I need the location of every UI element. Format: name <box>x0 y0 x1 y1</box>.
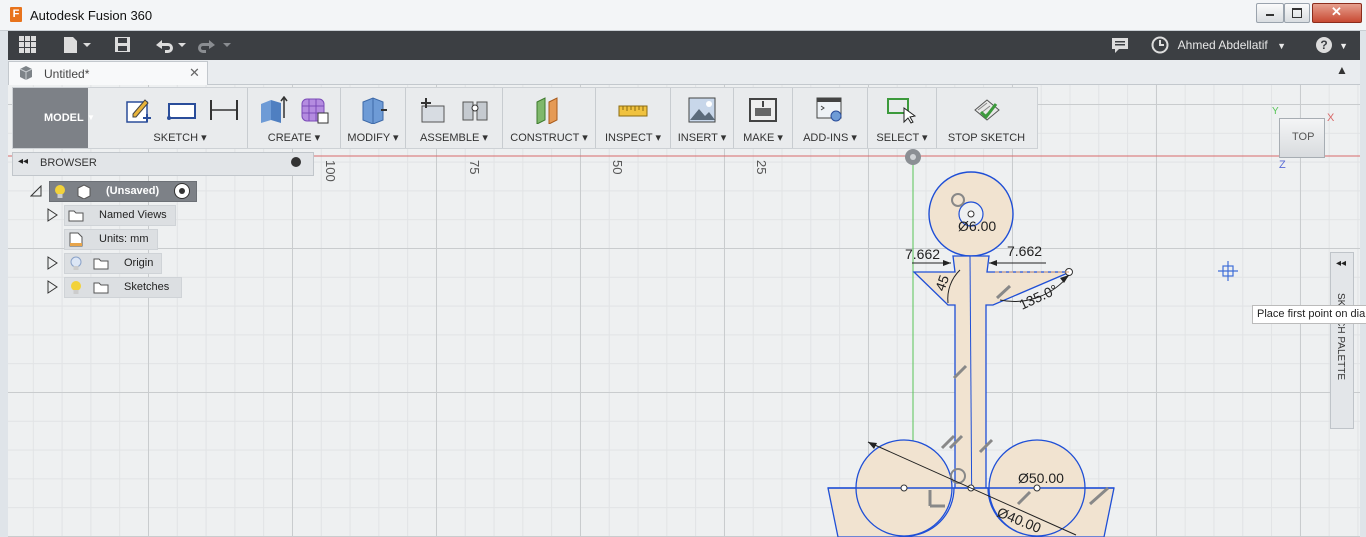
expand-palette-icon[interactable]: ◂◂ <box>1336 258 1346 269</box>
z-axis-label: Z <box>1279 159 1286 171</box>
joint-icon[interactable] <box>460 96 490 124</box>
sketch-drawing: 100 75 50 25 Ø6.00 7.662 7.662 45 135.0°… <box>8 149 1360 537</box>
right-width-dimension[interactable]: 7.662 <box>1007 243 1042 259</box>
collapse-browser-icon[interactable]: ◂◂ <box>18 156 28 167</box>
toolbar: MODEL ▼ SKETCH ▾ CREATE ▾ MODIFY ▾ ASSEM… <box>12 87 1038 149</box>
ruler-tick-25: 25 <box>754 160 769 174</box>
3d-print-icon[interactable] <box>748 96 778 124</box>
toolbar-group-make[interactable]: MAKE ▾ <box>734 88 793 148</box>
expanded-triangle-icon[interactable] <box>30 185 42 197</box>
group-label-add-ins: ADD-INS ▾ <box>803 132 857 144</box>
left-width-dimension[interactable]: 7.662 <box>905 246 940 262</box>
group-label-insert: INSERT ▾ <box>677 132 727 144</box>
toolbar-group-create[interactable]: CREATE ▾ <box>248 88 341 148</box>
folder-icon <box>93 282 109 294</box>
minimize-browser-icon[interactable] <box>291 157 301 167</box>
sketches-label: Sketches <box>124 281 170 293</box>
group-label-sketch: SKETCH ▾ <box>153 132 207 144</box>
stop-sketch-icon[interactable] <box>971 96 1001 124</box>
ruler-tick-100: 100 <box>323 160 338 182</box>
toolbar-group-inspect[interactable]: INSPECT ▾ <box>596 88 671 148</box>
group-label-assemble: ASSEMBLE ▾ <box>420 132 488 144</box>
toolbar-group-add-ins[interactable]: ADD-INS ▾ <box>793 88 868 148</box>
browser-panel-header[interactable]: ◂◂ BROWSER <box>12 152 314 176</box>
browser-title: BROWSER <box>40 157 97 169</box>
origin-center <box>910 154 916 160</box>
browser-item-named-views[interactable]: Named Views <box>64 205 176 226</box>
ruler-tick-75: 75 <box>467 160 482 174</box>
browser-item-units[interactable]: Units: mm <box>64 229 158 250</box>
scripts-addins-icon[interactable] <box>815 96 845 124</box>
units-document-icon <box>69 232 83 247</box>
toolbar-group-sketch[interactable]: SKETCH ▾ <box>113 88 248 148</box>
point[interactable] <box>900 484 908 492</box>
form-icon[interactable] <box>300 96 330 124</box>
sketch-palette-collapsed[interactable]: ◂◂ SKETCH PALETTE <box>1330 252 1354 429</box>
toolbar-group-select[interactable]: SELECT ▾ <box>868 88 937 148</box>
cursor-tooltip: Place first point on diameter <box>1252 305 1366 324</box>
group-label-create: CREATE ▾ <box>267 132 321 144</box>
named-views-label: Named Views <box>99 209 167 221</box>
select-arrow-icon[interactable] <box>886 96 916 124</box>
workspace-model-button[interactable]: MODEL ▼ <box>13 88 95 148</box>
folder-icon <box>93 258 109 270</box>
hole-diameter-dimension[interactable]: Ø6.00 <box>958 218 996 234</box>
rectangle-icon[interactable] <box>167 96 197 124</box>
y-axis-label: Y <box>1272 106 1279 117</box>
offset-plane-icon[interactable] <box>533 96 563 124</box>
stop-sketch-button[interactable]: STOP SKETCH <box>937 88 1036 148</box>
units-label: Units: mm <box>99 233 149 245</box>
chevron-down-icon: ▼ <box>87 113 95 122</box>
folder-icon <box>68 210 84 222</box>
x-axis-label: X <box>1327 112 1335 124</box>
viewcube-face-label: TOP <box>1292 131 1315 143</box>
point[interactable] <box>967 210 975 218</box>
browser-item-origin[interactable]: Origin <box>64 253 162 274</box>
lightbulb-off-icon[interactable] <box>69 256 83 271</box>
new-component-icon[interactable] <box>418 96 448 124</box>
insert-image-icon[interactable] <box>687 96 717 124</box>
toolbar-group-modify[interactable]: MODIFY ▾ <box>341 88 406 148</box>
ruler: 100 75 50 25 <box>323 160 769 182</box>
dimension-icon[interactable] <box>209 96 239 124</box>
expand-triangle-icon[interactable] <box>47 208 59 222</box>
measure-icon[interactable] <box>618 96 648 124</box>
ruler-tick-50: 50 <box>610 160 625 174</box>
create-sketch-icon[interactable] <box>125 96 155 124</box>
extrude-icon[interactable] <box>258 96 288 124</box>
expand-triangle-icon[interactable] <box>47 280 59 294</box>
workspace-label: MODEL <box>44 112 84 124</box>
toolbar-group-assemble[interactable]: ASSEMBLE ▾ <box>406 88 503 148</box>
group-label-make: MAKE ▾ <box>743 132 783 144</box>
expand-triangle-icon[interactable] <box>47 256 59 270</box>
circle-diameter-dimension[interactable]: Ø50.00 <box>1018 470 1064 486</box>
group-label-modify: MODIFY ▾ <box>347 132 399 144</box>
crosshair-cursor-icon <box>1218 261 1238 281</box>
lightbulb-icon[interactable] <box>53 184 67 199</box>
component-cube-icon <box>77 184 91 199</box>
group-label-stop-sketch: STOP SKETCH <box>947 132 1026 144</box>
activate-radio-icon[interactable] <box>174 183 190 199</box>
viewcube[interactable]: TOP <box>1279 118 1325 158</box>
group-label-select: SELECT ▾ <box>876 132 928 144</box>
origin-label: Origin <box>124 257 154 269</box>
toolbar-group-insert[interactable]: INSERT ▾ <box>671 88 734 148</box>
group-label-construct: CONSTRUCT ▾ <box>510 132 588 144</box>
toolbar-group-construct[interactable]: CONSTRUCT ▾ <box>503 88 596 148</box>
press-pull-icon[interactable] <box>359 96 389 124</box>
group-label-inspect: INSPECT ▾ <box>604 132 662 144</box>
root-label: (Unsaved) <box>106 185 160 197</box>
browser-item-sketches[interactable]: Sketches <box>64 277 182 298</box>
lightbulb-icon[interactable] <box>69 280 83 295</box>
